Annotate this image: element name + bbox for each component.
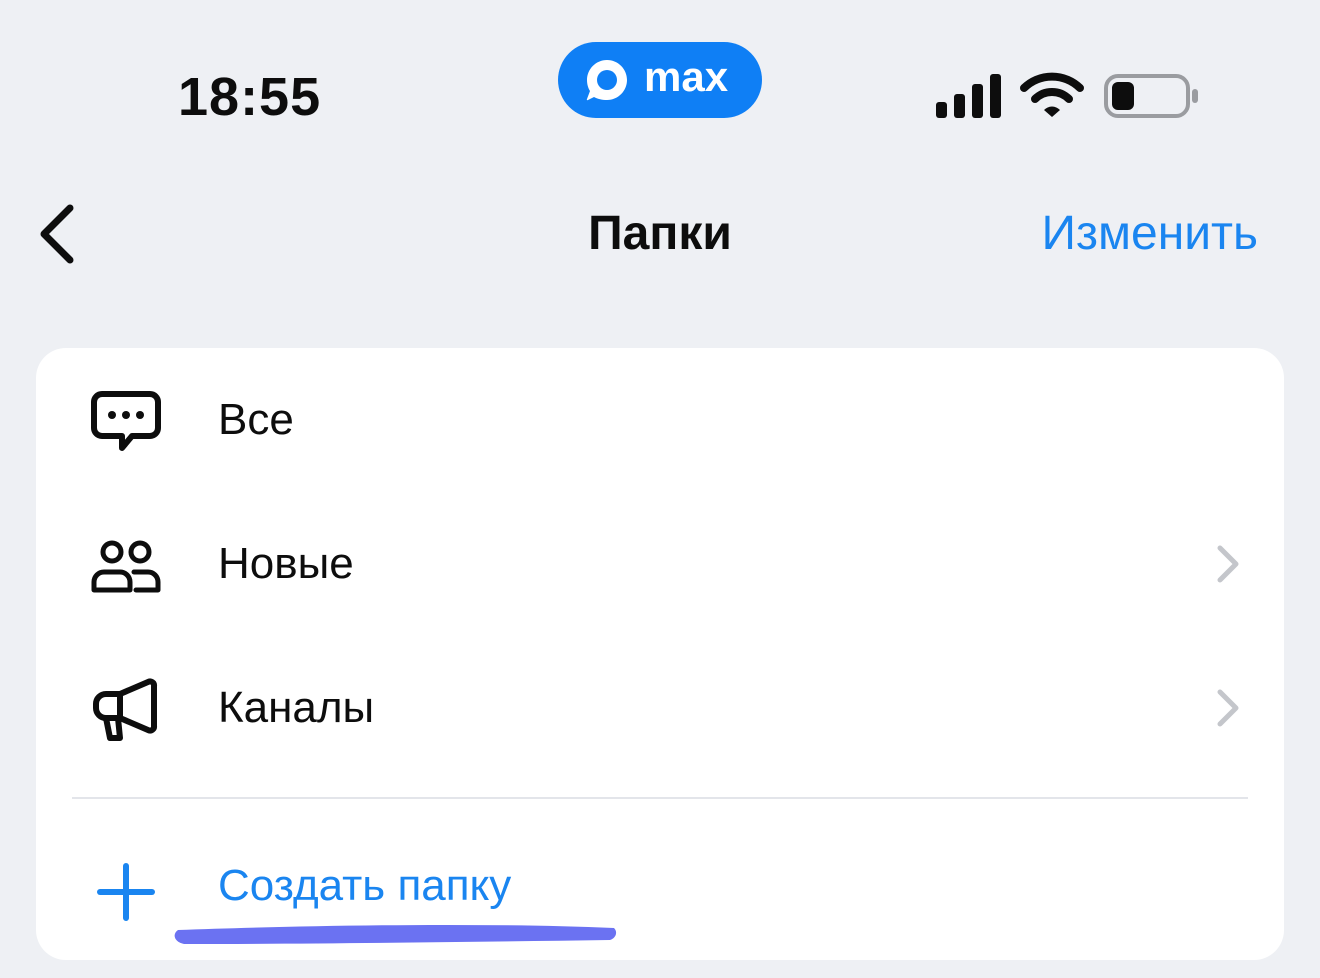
divider (72, 797, 1248, 799)
folders-card: Все Новые Каналы Создать папку (36, 348, 1284, 960)
battery-icon (1104, 74, 1198, 118)
max-app-badge[interactable]: max (558, 42, 762, 118)
edit-button[interactable]: Изменить (1041, 204, 1258, 264)
create-folder-label: Создать папку (218, 861, 512, 910)
folder-row-new[interactable]: Новые (36, 492, 1284, 636)
highlight-underline (174, 924, 617, 944)
max-logo-icon (586, 60, 627, 101)
folder-label: Все (218, 395, 294, 444)
chat-bubble-dots-icon (91, 391, 161, 451)
people-icon (91, 540, 161, 593)
folder-row-channels[interactable]: Каналы (36, 636, 1284, 780)
chevron-right-icon (1217, 689, 1239, 727)
megaphone-icon (93, 678, 157, 741)
folder-label: Новые (218, 539, 354, 588)
max-badge-label: max (644, 53, 729, 100)
chevron-right-icon (1217, 545, 1239, 583)
plus-icon (97, 863, 155, 921)
wifi-icon (1020, 72, 1084, 117)
folder-label: Каналы (218, 683, 375, 732)
status-time: 18:55 (178, 67, 322, 127)
signal-icon (936, 74, 1001, 118)
folder-row-all[interactable]: Все (36, 348, 1284, 492)
